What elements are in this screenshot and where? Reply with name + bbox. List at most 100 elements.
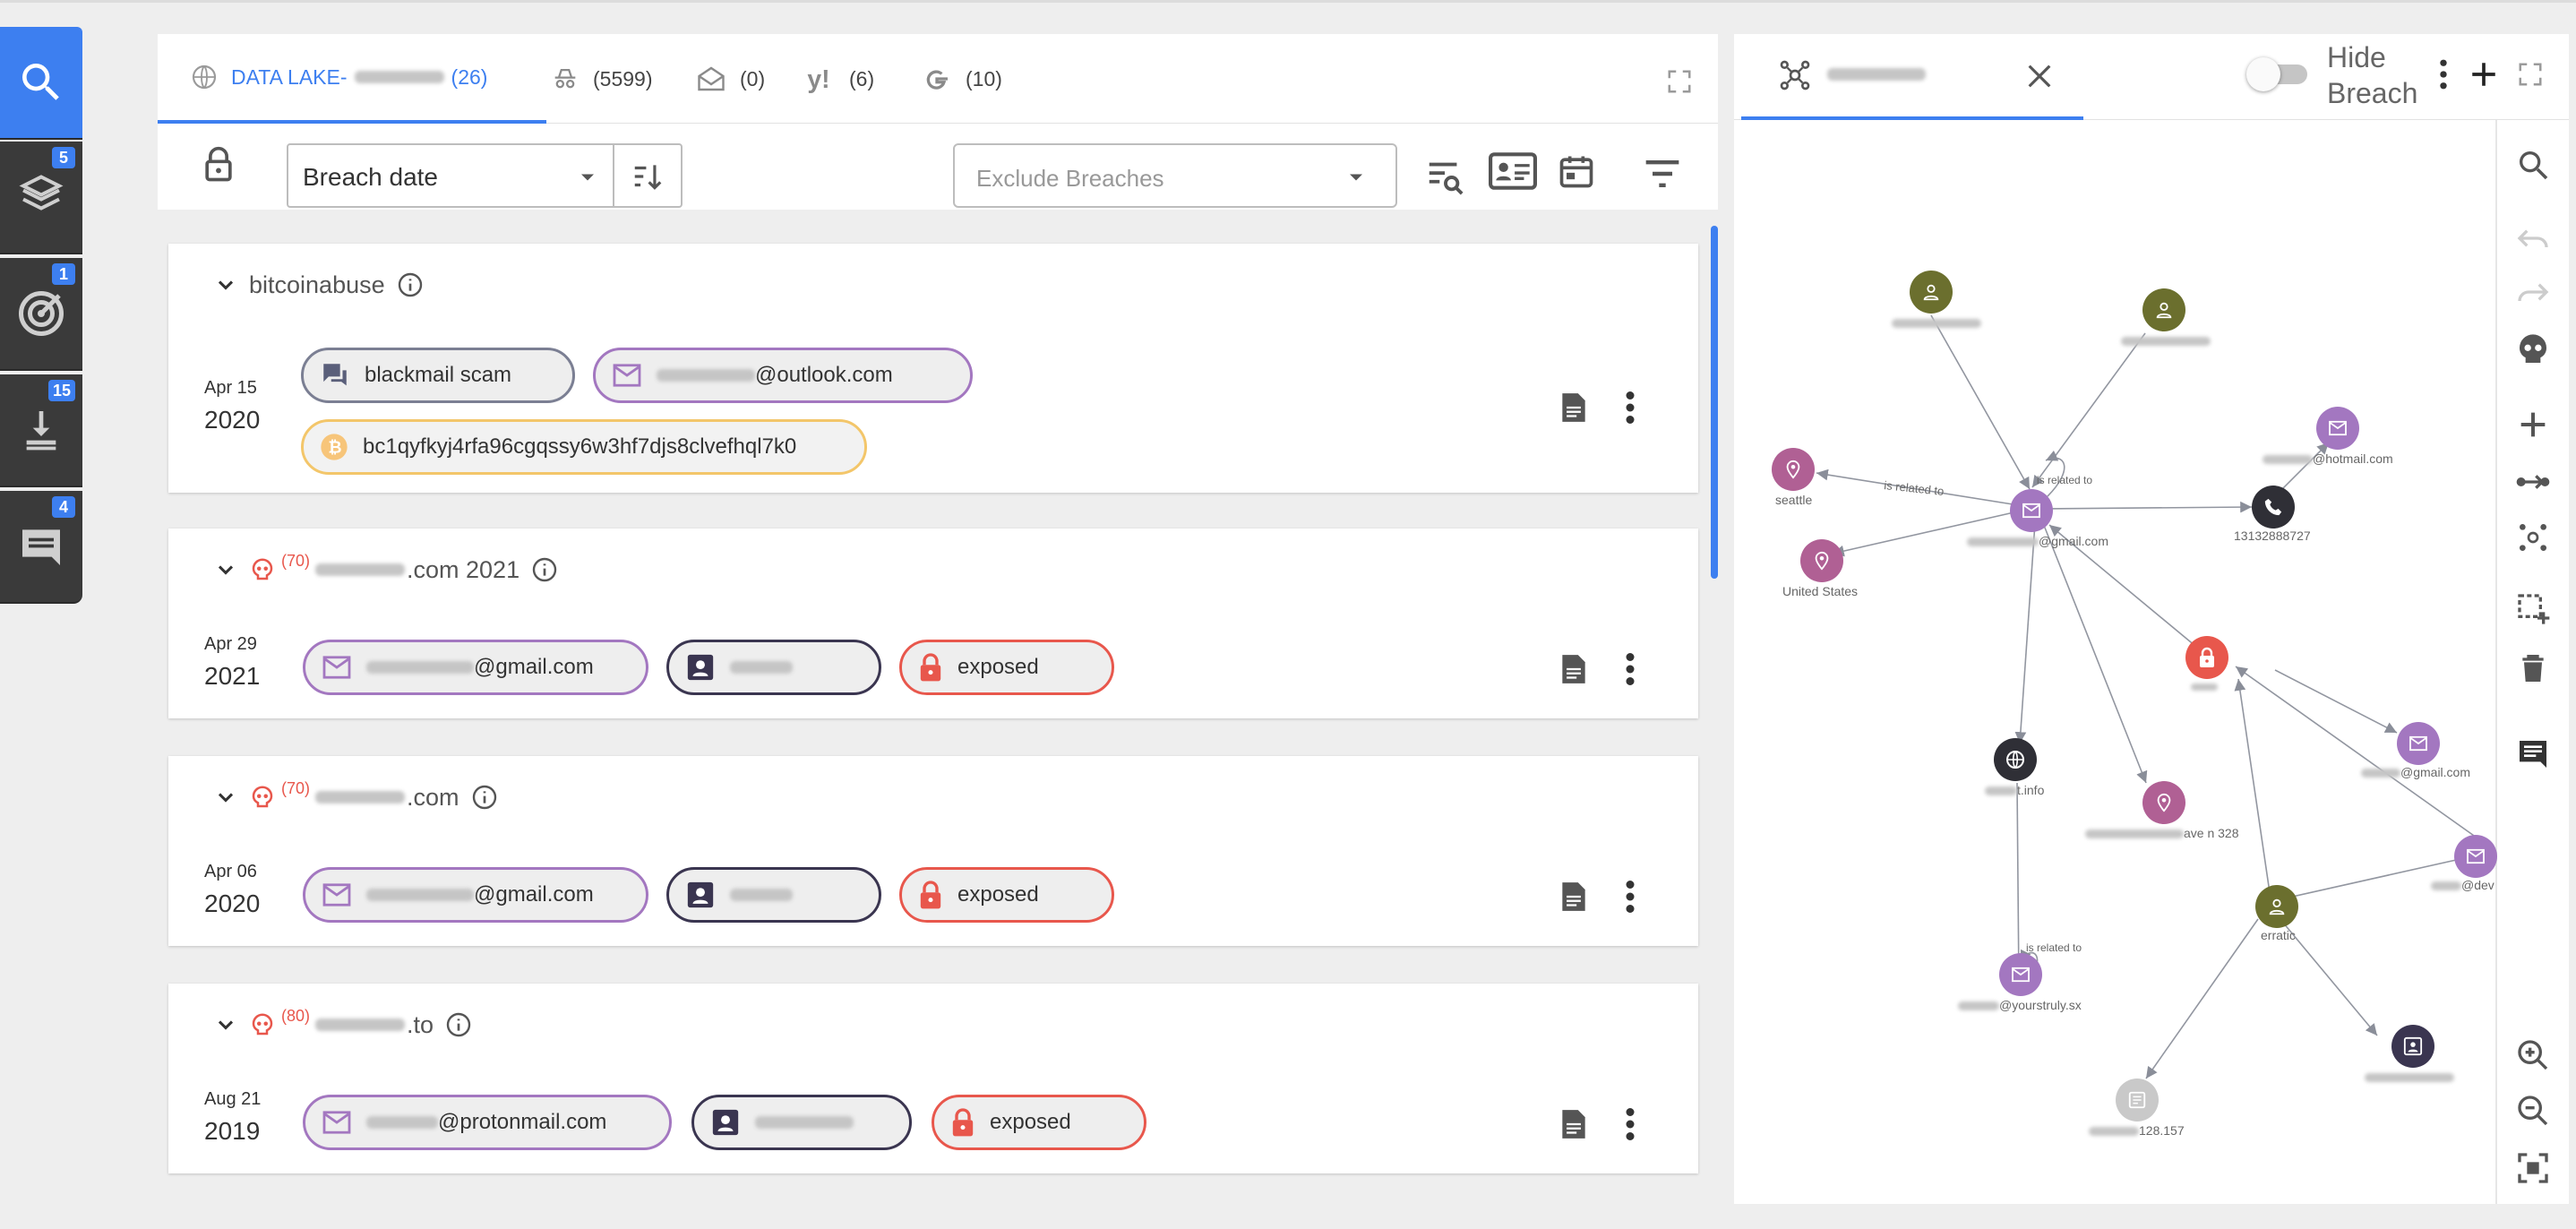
svg-text:₿: ₿ — [328, 438, 341, 457]
more-vert-icon[interactable] — [1625, 653, 1636, 685]
skull-icon — [252, 1013, 273, 1036]
graph-search-icon[interactable] — [2515, 147, 2551, 183]
graph-node-location[interactable] — [1772, 448, 1815, 491]
graph-node-person[interactable] — [1910, 271, 1953, 314]
graph-node-breach[interactable] — [2185, 636, 2228, 679]
chevron-down-icon[interactable] — [213, 557, 238, 582]
graph-node-phone[interactable] — [2252, 486, 2295, 529]
info-icon[interactable] — [444, 1010, 473, 1039]
document-icon[interactable] — [1558, 391, 1589, 425]
tab-mail[interactable]: (0) — [695, 34, 794, 124]
filter-search-button[interactable] — [1424, 156, 1465, 202]
zoom-out-icon[interactable] — [2515, 1093, 2551, 1129]
calendar-button[interactable] — [1557, 150, 1596, 196]
zoom-in-icon[interactable] — [2515, 1037, 2551, 1073]
nav-download[interactable]: 15 — [0, 374, 82, 487]
fullscreen-button[interactable] — [1666, 68, 1693, 99]
graph-node-identity[interactable] — [2391, 1025, 2434, 1068]
person-chip[interactable] — [691, 1095, 912, 1150]
graph-node-email[interactable] — [2397, 722, 2440, 765]
email-chip[interactable]: @protonmail.com — [303, 1095, 672, 1150]
skull-icon[interactable] — [2515, 331, 2551, 367]
nav-cube[interactable]: 5 — [0, 142, 82, 254]
filter-button[interactable] — [1643, 156, 1682, 196]
chip-text: @gmail.com — [474, 655, 594, 679]
info-icon[interactable] — [396, 271, 425, 299]
node-label-text: @hotmail.com — [2313, 451, 2393, 466]
graph-node-email[interactable] — [2316, 407, 2359, 450]
id-card-icon — [1489, 152, 1537, 190]
document-icon[interactable] — [1558, 1107, 1589, 1141]
graph-node-location[interactable] — [2142, 781, 2185, 824]
tab-darkweb[interactable]: (5599) — [550, 34, 675, 124]
link-icon[interactable] — [2515, 464, 2551, 500]
graph-node-domain[interactable] — [1994, 738, 2037, 781]
sort-select[interactable]: Breach date — [287, 143, 683, 208]
more-vert-icon[interactable] — [2438, 59, 2449, 90]
graph-node-location[interactable] — [1800, 539, 1843, 582]
trash-icon[interactable] — [2515, 650, 2551, 686]
fit-screen-icon[interactable] — [2515, 1150, 2551, 1186]
close-icon[interactable] — [2024, 61, 2055, 91]
select-area-icon[interactable] — [2515, 591, 2551, 627]
info-icon[interactable] — [530, 555, 559, 584]
fullscreen-icon[interactable] — [2517, 61, 2544, 88]
more-vert-icon[interactable] — [1625, 881, 1636, 913]
nav-search[interactable] — [0, 27, 82, 140]
hide-breach-toggle[interactable] — [2246, 57, 2311, 91]
email-chip[interactable]: @gmail.com — [303, 640, 648, 695]
exposed-chip[interactable]: exposed — [899, 867, 1114, 923]
bitcoin-chip[interactable]: ₿ bc1qyfkyj4rfa96cgqssy6w3hf7djs8clvefhq… — [301, 419, 867, 475]
person-chip[interactable] — [666, 640, 881, 695]
exclude-breaches-select[interactable]: Exclude Breaches — [953, 143, 1397, 208]
email-chip[interactable]: @outlook.com — [593, 348, 973, 403]
tab-count: (0) — [740, 66, 766, 90]
chevron-down-icon[interactable] — [213, 272, 238, 297]
results-toolbar: Breach date Exclude Breaches — [158, 124, 1718, 210]
graph-canvas[interactable]: is related to is related to is related t… — [1734, 120, 2495, 1168]
info-icon[interactable] — [470, 783, 499, 812]
nav-radar[interactable]: 1 — [0, 258, 82, 371]
graph-header: Hide Breach — [1734, 34, 2569, 120]
tab-google[interactable]: (10) — [921, 34, 1028, 124]
scam-chip[interactable]: blackmail scam — [301, 348, 575, 403]
chevron-down-icon[interactable] — [213, 1012, 238, 1037]
graph-node-email[interactable] — [1999, 953, 2042, 996]
more-vert-icon[interactable] — [1625, 391, 1636, 424]
card-actions — [1558, 880, 1636, 914]
envelope-icon — [613, 364, 641, 387]
undo-icon[interactable] — [2515, 220, 2551, 256]
card-header[interactable]: (70) .com — [213, 779, 499, 812]
graph-node-person[interactable] — [2255, 885, 2298, 928]
tab-data-lake[interactable]: DATA LAKE- (26) — [158, 34, 546, 124]
exposed-chip[interactable]: exposed — [899, 640, 1114, 695]
tab-graph[interactable] — [1741, 34, 2083, 120]
comment-icon[interactable] — [2515, 736, 2551, 772]
card-header[interactable]: (70) .com 2021 — [213, 552, 559, 584]
results-scrollbar[interactable] — [1711, 226, 1718, 579]
graph-node-ip[interactable] — [2116, 1079, 2159, 1122]
card-header[interactable]: (80) .to — [213, 1007, 473, 1039]
add-icon[interactable] — [2469, 59, 2499, 90]
date-year: 2019 — [204, 1117, 261, 1145]
lock-button[interactable] — [199, 145, 238, 189]
node-label — [1892, 315, 1981, 330]
graph-node-person[interactable] — [2142, 288, 2185, 331]
card-header[interactable]: bitcoinabuse — [213, 271, 425, 299]
chevron-down-icon[interactable] — [213, 785, 238, 810]
redo-icon[interactable] — [2515, 274, 2551, 310]
document-icon[interactable] — [1558, 880, 1589, 914]
tab-yahoo[interactable]: y! (6) — [806, 34, 896, 124]
exposed-chip[interactable]: exposed — [932, 1095, 1146, 1150]
person-chip[interactable] — [666, 867, 881, 923]
document-icon[interactable] — [1558, 652, 1589, 686]
layout-icon[interactable] — [2515, 520, 2551, 555]
nav-comment[interactable]: 4 — [0, 491, 82, 604]
graph-node-email[interactable] — [2010, 489, 2053, 532]
sort-order-icon[interactable] — [631, 159, 665, 193]
email-chip[interactable]: @gmail.com — [303, 867, 648, 923]
graph-node-email[interactable] — [2454, 835, 2497, 878]
more-vert-icon[interactable] — [1625, 1108, 1636, 1140]
id-card-button[interactable] — [1489, 150, 1537, 196]
add-node-icon[interactable] — [2515, 407, 2551, 443]
